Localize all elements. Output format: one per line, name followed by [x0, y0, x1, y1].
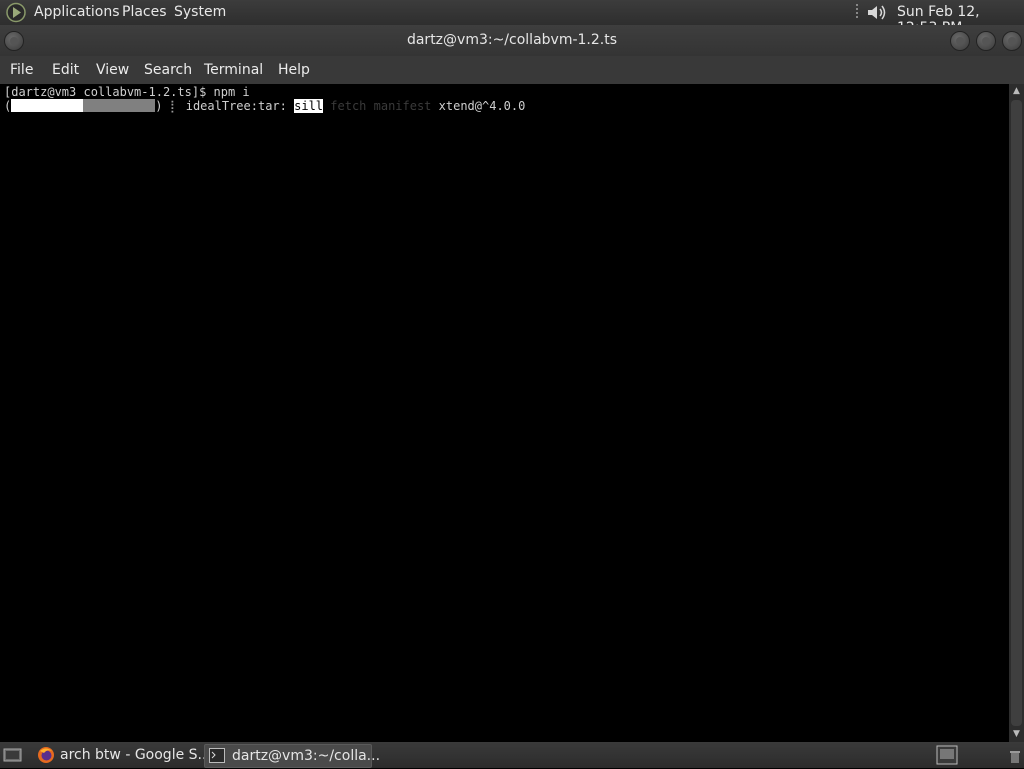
window-title: dartz@vm3:~/collabvm-1.2.ts [406, 32, 618, 48]
distro-logo-icon[interactable] [5, 2, 27, 23]
top-panel: Applications Places System Sun Feb 12, 1… [0, 0, 1024, 36]
menu-help[interactable]: Help [278, 62, 310, 78]
minimize-button[interactable] [950, 31, 970, 51]
terminal-line-command: [dartz@vm3 collabvm-1.2.ts]$ npm i [4, 85, 250, 99]
menu-file[interactable]: File [10, 62, 33, 78]
trash-icon[interactable] [1010, 749, 1020, 763]
taskbar: arch btw - Google S... dartz@vm3:~/colla… [0, 742, 1024, 768]
workspace-switcher-icon[interactable] [936, 745, 958, 765]
taskbar-item-browser[interactable]: arch btw - Google S... [33, 744, 211, 766]
progress-fill [11, 99, 84, 112]
places-menu[interactable]: Places [122, 4, 167, 20]
window-titlebar[interactable]: dartz@vm3:~/collabvm-1.2.ts [0, 25, 1024, 56]
package-name: xtend@^4.0.0 [438, 99, 526, 113]
taskbar-item-label: dartz@vm3:~/colla... [232, 748, 381, 764]
spinner-glyph: ⡇ [169, 99, 179, 113]
maximize-button[interactable] [976, 31, 996, 51]
scroll-down-icon[interactable]: ▼ [1011, 729, 1022, 741]
progress-bar [11, 99, 156, 112]
terminal-output[interactable]: [dartz@vm3 collabvm-1.2.ts]$ npm i () ⡇ … [0, 84, 1009, 742]
taskbar-item-label: arch btw - Google S... [60, 747, 211, 763]
volume-icon[interactable] [865, 2, 889, 23]
firefox-icon [37, 746, 55, 764]
scrollbar-thumb[interactable] [1011, 100, 1022, 726]
progress-close-paren: ) [155, 99, 163, 113]
stage-label: idealTree:tar: [185, 99, 287, 113]
terminal-line-progress: () ⡇ idealTree:tar: sill fetch manifest … [4, 99, 525, 113]
terminal-icon [209, 748, 225, 763]
system-menu[interactable]: System [174, 4, 226, 20]
show-desktop-icon[interactable] [3, 746, 23, 764]
close-button[interactable] [1002, 31, 1022, 51]
progress-open-paren: ( [4, 99, 12, 113]
scroll-up-icon[interactable]: ▲ [1011, 86, 1022, 98]
menubar: File Edit View Search Terminal Help [0, 56, 1024, 84]
panel-separator-handle [855, 3, 859, 21]
menu-edit[interactable]: Edit [52, 62, 79, 78]
applications-menu[interactable]: Applications [34, 4, 120, 20]
menu-search[interactable]: Search [144, 62, 192, 78]
menu-view[interactable]: View [96, 62, 129, 78]
menu-terminal[interactable]: Terminal [204, 62, 263, 78]
log-level-badge: sill [294, 99, 324, 113]
taskbar-item-terminal[interactable]: dartz@vm3:~/colla... [204, 744, 380, 768]
action-text: fetch manifest [330, 99, 432, 113]
